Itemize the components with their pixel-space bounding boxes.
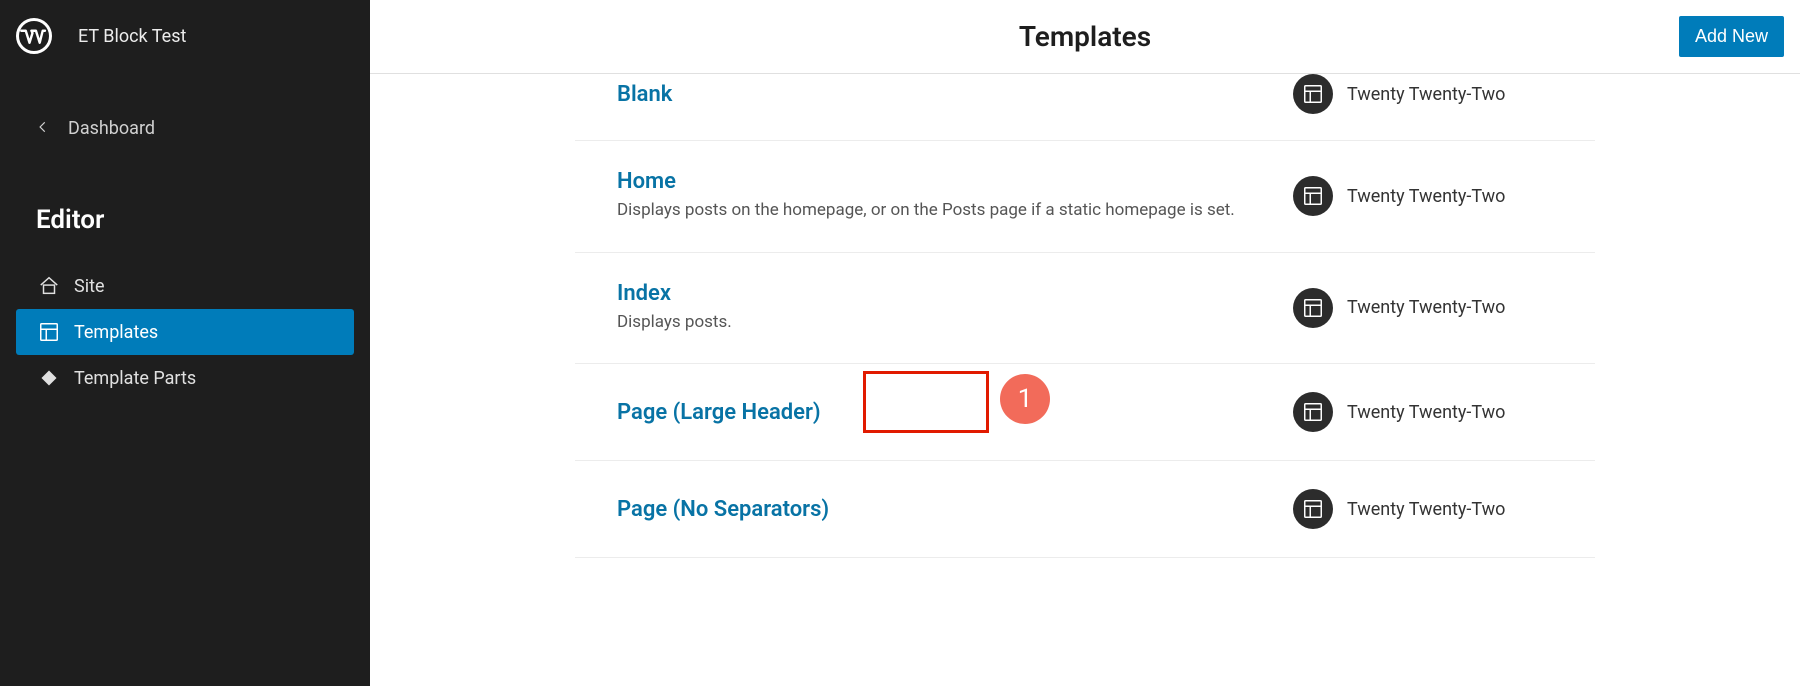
add-new-button[interactable]: Add New bbox=[1679, 16, 1784, 57]
sidebar-nav: Site Templates Template Parts bbox=[0, 263, 370, 401]
table-row: Home Displays posts on the homepage, or … bbox=[575, 141, 1595, 253]
layout-icon bbox=[1293, 392, 1333, 432]
table-row: Blank Twenty Twenty-Two bbox=[575, 74, 1595, 141]
sidebar-header: ET Block Test bbox=[0, 0, 370, 72]
template-description: Displays posts. bbox=[617, 310, 1273, 336]
template-description: Displays posts on the homepage, or on th… bbox=[617, 198, 1273, 224]
theme-name: Twenty Twenty-Two bbox=[1347, 186, 1505, 207]
template-link-blank[interactable]: Blank bbox=[617, 82, 1273, 107]
theme-name: Twenty Twenty-Two bbox=[1347, 402, 1505, 423]
theme-cell: Twenty Twenty-Two bbox=[1293, 176, 1553, 216]
editor-heading: Editor bbox=[0, 205, 370, 235]
layout-icon bbox=[1293, 176, 1333, 216]
sidebar-item-template-parts[interactable]: Template Parts bbox=[16, 355, 354, 401]
sidebar-item-label: Templates bbox=[74, 322, 158, 343]
home-icon bbox=[38, 275, 60, 297]
site-title: ET Block Test bbox=[78, 26, 186, 47]
sidebar-item-label: Template Parts bbox=[74, 368, 196, 389]
table-row: Page (Large Header) Twenty Twenty-Two bbox=[575, 364, 1595, 461]
layout-icon bbox=[38, 321, 60, 343]
table-row: Index Displays posts. Twenty Twenty-Two bbox=[575, 253, 1595, 365]
diamond-icon bbox=[38, 367, 60, 389]
theme-name: Twenty Twenty-Two bbox=[1347, 297, 1505, 318]
theme-cell: Twenty Twenty-Two bbox=[1293, 489, 1553, 529]
chevron-left-icon bbox=[36, 118, 50, 139]
sidebar-item-label: Site bbox=[74, 276, 105, 297]
topbar: Templates Add New bbox=[370, 0, 1800, 74]
theme-cell: Twenty Twenty-Two bbox=[1293, 288, 1553, 328]
theme-name: Twenty Twenty-Two bbox=[1347, 499, 1505, 520]
templates-table: Blank Twenty Twenty-Two Home Displays po… bbox=[575, 74, 1595, 558]
sidebar: ET Block Test Dashboard Editor Site Temp… bbox=[0, 0, 370, 686]
layout-icon bbox=[1293, 288, 1333, 328]
main-region: Templates Add New Blank Twenty Twenty-Tw… bbox=[370, 0, 1800, 686]
sidebar-item-templates[interactable]: Templates bbox=[16, 309, 354, 355]
back-to-dashboard-link[interactable]: Dashboard bbox=[0, 106, 370, 151]
theme-name: Twenty Twenty-Two bbox=[1347, 84, 1505, 105]
layout-icon bbox=[1293, 489, 1333, 529]
theme-cell: Twenty Twenty-Two bbox=[1293, 392, 1553, 432]
template-link-home[interactable]: Home bbox=[617, 169, 1273, 194]
template-link-index[interactable]: Index bbox=[617, 281, 1273, 306]
table-row: Page (No Separators) Twenty Twenty-Two bbox=[575, 461, 1595, 558]
template-link-page-no-separators[interactable]: Page (No Separators) bbox=[617, 497, 1273, 522]
layout-icon bbox=[1293, 74, 1333, 114]
wp-logo-icon[interactable] bbox=[16, 18, 52, 54]
template-link-page-large-header[interactable]: Page (Large Header) bbox=[617, 400, 1273, 425]
content-area: Blank Twenty Twenty-Two Home Displays po… bbox=[370, 74, 1800, 686]
sidebar-item-site[interactable]: Site bbox=[16, 263, 354, 309]
back-link-label: Dashboard bbox=[68, 118, 155, 139]
page-title: Templates bbox=[1019, 20, 1151, 53]
theme-cell: Twenty Twenty-Two bbox=[1293, 74, 1553, 114]
